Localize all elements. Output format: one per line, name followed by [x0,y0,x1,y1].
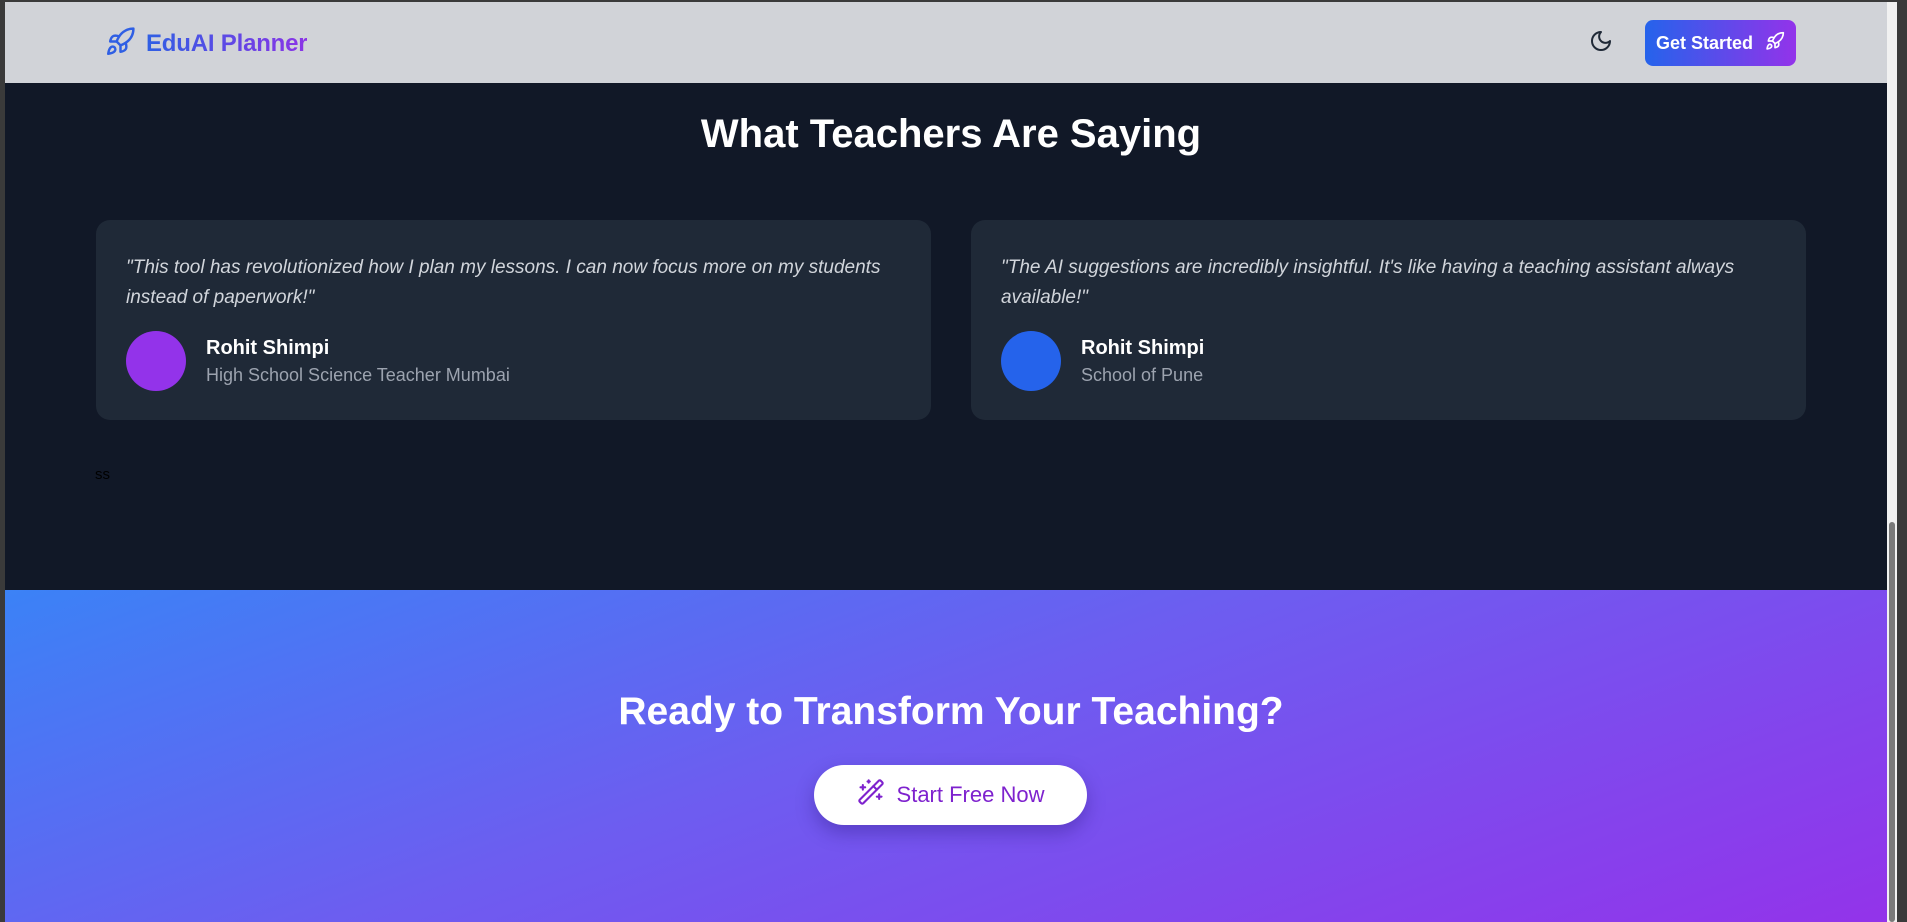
stray-text: ss [95,466,110,483]
brand-logo[interactable]: EduAI Planner [105,26,308,62]
start-free-button[interactable]: Start Free Now [814,765,1087,825]
scrollbar-thumb[interactable] [1889,522,1895,922]
testimonial-quote: "The AI suggestions are incredibly insig… [1001,257,1735,308]
testimonial-author: Rohit Shimpi High School Science Teacher… [126,331,510,391]
moon-icon [1589,29,1613,58]
magic-wand-icon [857,778,885,812]
testimonial-card: "This tool has revolutionized how I plan… [96,220,931,420]
top-navbar: EduAI Planner Get Started [5,2,1897,83]
start-free-label: Start Free Now [896,782,1045,807]
section-title: What Teachers Are Saying [700,112,1202,156]
brand-name: EduAI Planner [146,30,308,57]
theme-toggle-button[interactable] [1586,28,1616,58]
avatar [1001,331,1061,391]
testimonial-author: Rohit Shimpi School of Pune [1001,331,1204,391]
avatar [126,331,186,391]
testimonial-quote: "This tool has revolutionized how I plan… [126,257,881,308]
cta-title: Ready to Transform Your Teaching? [618,690,1284,733]
page-scrollbar[interactable] [1887,2,1897,922]
author-role: High School Science Teacher Mumbai [206,365,510,385]
author-role: School of Pune [1081,365,1204,385]
testimonial-card: "The AI suggestions are incredibly insig… [971,220,1806,420]
get-started-button[interactable]: Get Started [1645,20,1796,66]
rocket-icon [1765,31,1785,56]
author-name: Rohit Shimpi [206,337,330,359]
get-started-label: Get Started [1655,32,1754,53]
rocket-icon [105,26,136,62]
cta-section: Ready to Transform Your Teaching? Start … [5,590,1897,922]
browser-viewport: EduAI Planner Get Started What Teachers … [5,2,1897,922]
author-name: Rohit Shimpi [1081,337,1205,359]
